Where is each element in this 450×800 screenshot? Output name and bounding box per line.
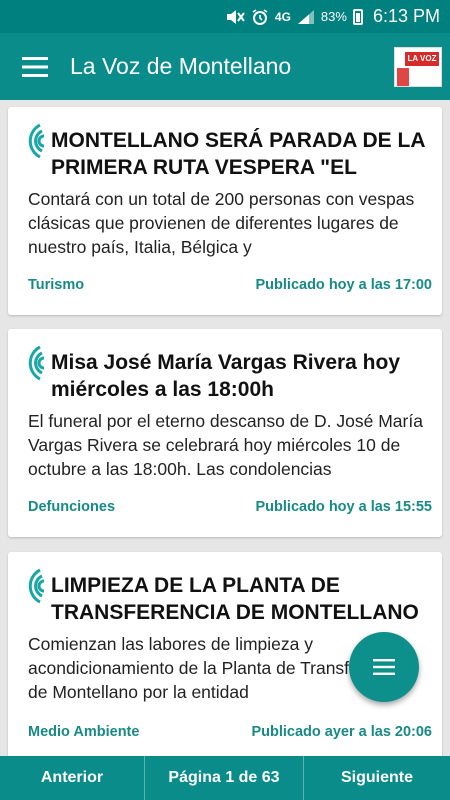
article-date: Publicado hoy a las 15:55 [255, 499, 433, 515]
app-bar: La Voz de Montellano LA VOZ [0, 33, 450, 100]
app-title: La Voz de Montellano [70, 53, 292, 79]
page-indicator: Página 1 de 63 [144, 756, 304, 800]
pagination-bar: Anterior Página 1 de 63 Siguiente [0, 756, 450, 800]
article-category[interactable]: Medio Ambiente [28, 724, 139, 740]
article-date: Publicado hoy a las 17:00 [255, 277, 433, 293]
article-excerpt: El funeral por el eterno descanso de D. … [28, 411, 423, 479]
article-category[interactable]: Defunciones [28, 499, 115, 515]
alarm-icon [251, 8, 269, 26]
article-title[interactable]: Misa José María Vargas Rivera hoy miérco… [51, 349, 431, 403]
signal-strength-icon [297, 9, 315, 25]
fab-menu-button[interactable] [349, 632, 419, 702]
mute-icon [225, 9, 245, 25]
article-title[interactable]: MONTELLANO SERÁ PARADA DE LA PRIMERA RUT… [51, 127, 431, 181]
broadcast-icon [28, 568, 45, 604]
list-icon [373, 659, 395, 675]
article-title[interactable]: LIMPIEZA DE LA PLANTA DE TRANSFERENCIA D… [51, 572, 431, 626]
previous-page-button[interactable]: Anterior [0, 756, 144, 800]
app-logo: LA VOZ [394, 46, 442, 87]
article-category[interactable]: Turismo [28, 277, 84, 293]
status-bar: 4G 83% 6:13 PM [0, 0, 450, 33]
battery-icon [352, 8, 363, 25]
clock: 6:13 PM [372, 6, 440, 26]
hamburger-menu-button[interactable] [0, 33, 70, 100]
article-date: Publicado ayer a las 20:06 [251, 724, 432, 740]
network-type: 4G [274, 9, 291, 24]
news-card[interactable]: MONTELLANO SERÁ PARADA DE LA PRIMERA RUT… [8, 107, 442, 315]
article-excerpt: Contará con un total de 200 personas con… [28, 189, 415, 257]
battery-percent: 83% [320, 9, 347, 24]
broadcast-icon [28, 123, 45, 159]
news-card[interactable]: Misa José María Vargas Rivera hoy miérco… [8, 329, 442, 537]
logo-text: LA VOZ [405, 51, 439, 66]
hamburger-icon [22, 56, 48, 77]
next-page-button[interactable]: Siguiente [304, 756, 450, 800]
broadcast-icon [28, 345, 45, 381]
